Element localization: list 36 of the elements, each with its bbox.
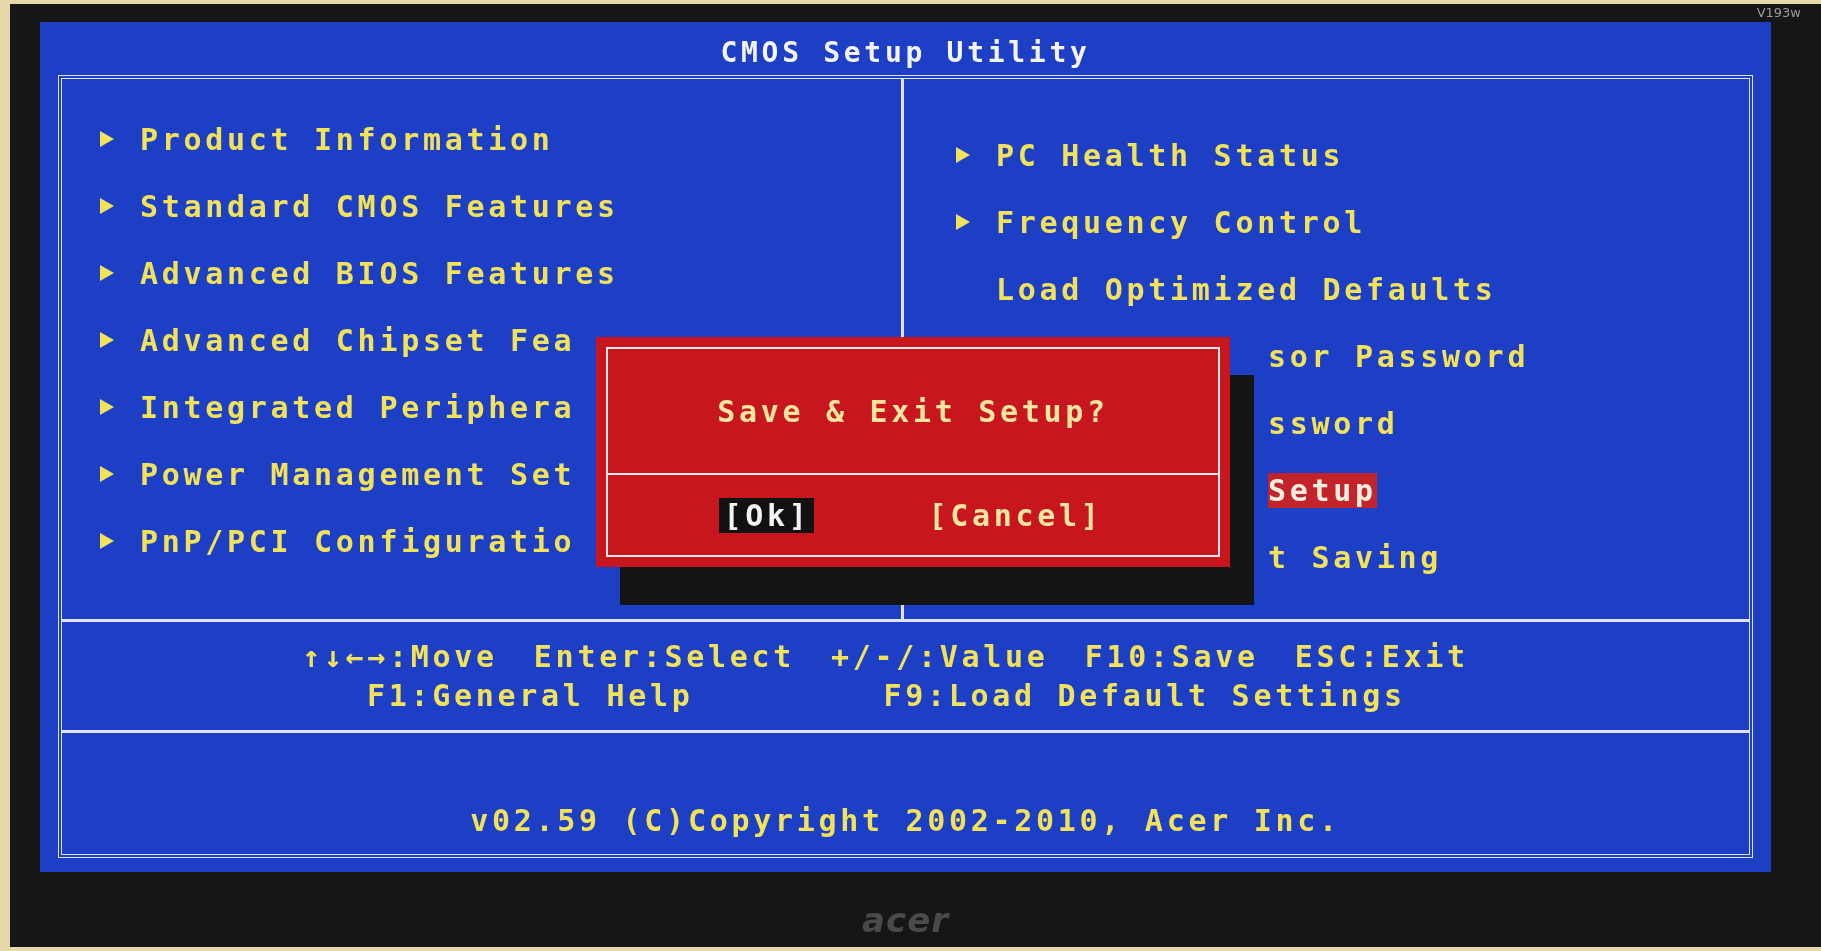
menu-item[interactable]: Integrated Periphera bbox=[140, 389, 576, 425]
arrow-icon bbox=[956, 147, 970, 163]
arrow-icon bbox=[100, 265, 114, 281]
key-hint: Enter:Select bbox=[533, 639, 795, 674]
screen-title: CMOS Setup Utility bbox=[719, 35, 1092, 71]
key-hint: F1:General Help bbox=[367, 678, 694, 713]
menu-item[interactable]: Setup bbox=[1268, 472, 1377, 508]
menu-item[interactable]: Advanced BIOS Features bbox=[140, 255, 619, 291]
arrow-icon bbox=[100, 533, 114, 549]
key-hint: F9:Load Default Settings bbox=[883, 678, 1406, 713]
copyright-text: v02.59 (C)Copyright 2002-2010, Acer Inc. bbox=[470, 803, 1341, 838]
arrow-icon bbox=[100, 198, 114, 214]
menu-item[interactable]: Load Optimized Defaults bbox=[996, 271, 1497, 307]
arrow-icon bbox=[956, 214, 970, 230]
menu-item[interactable]: Advanced Chipset Fea bbox=[140, 322, 576, 358]
arrow-icon bbox=[100, 399, 114, 415]
key-hint: F10:Save bbox=[1084, 639, 1259, 674]
arrow-icon bbox=[100, 131, 114, 147]
key-hint: +/-/:Value bbox=[831, 639, 1049, 674]
key-hint: ↑↓←→:Move bbox=[302, 639, 498, 674]
menu-item[interactable]: Power Management Set bbox=[140, 456, 576, 492]
menu-item[interactable]: Standard CMOS Features bbox=[140, 188, 619, 224]
menu-item[interactable]: Frequency Control bbox=[996, 204, 1366, 240]
arrow-icon bbox=[100, 466, 114, 482]
menu-item[interactable]: sor Password bbox=[1268, 338, 1530, 374]
arrow-icon bbox=[100, 332, 114, 348]
menu-item[interactable]: PnP/PCI Configuratio bbox=[140, 523, 576, 559]
menu-item[interactable]: t Saving bbox=[1268, 539, 1443, 575]
menu-item[interactable]: Product Information bbox=[140, 121, 554, 157]
dialog-button[interactable]: [Ok] bbox=[719, 497, 815, 533]
menu-item[interactable]: PC Health Status bbox=[996, 137, 1345, 173]
dialog-button[interactable]: [Cancel] bbox=[924, 497, 1107, 533]
key-hint: ESC:Exit bbox=[1294, 639, 1469, 674]
model-label: V193w bbox=[1756, 5, 1801, 20]
menu-item[interactable]: ssword bbox=[1268, 405, 1399, 441]
dialog-message: Save & Exit Setup? bbox=[717, 393, 1109, 429]
